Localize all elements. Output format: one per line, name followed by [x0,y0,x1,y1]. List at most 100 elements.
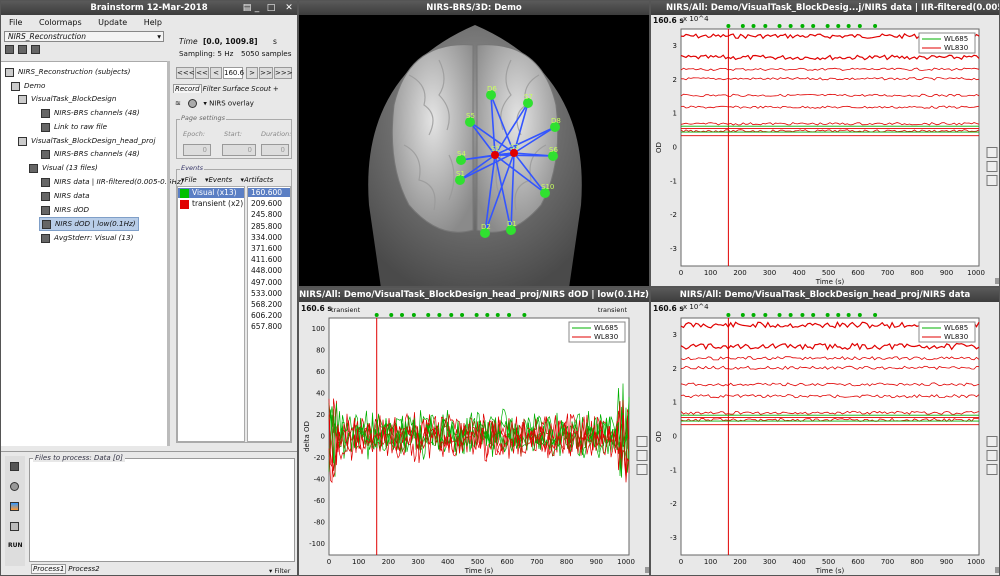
tree-item[interactable]: NIRS-BRS channels (48) [41,149,140,159]
3d-head-view[interactable]: D6 S7 S5 D8 S4 S6 S2 S3 S1 S10 D2 D1 [299,15,650,287]
tree-item[interactable]: NIRS data [41,191,90,201]
event-marker[interactable] [426,313,431,317]
events-menu-artifacts[interactable]: ▾Artifacts [240,176,273,184]
event-marker[interactable] [763,313,768,317]
tree-item[interactable]: AvgStderr: Visual (13) [41,233,133,243]
protocol-select[interactable]: NIRS_Reconstruction ▾ [4,31,164,42]
br-titlebar[interactable]: NIRS/All: Demo/VisualTask_BlockDesign_he… [651,288,999,302]
tree-item[interactable]: NIRS-BRS channels (48) [41,108,140,118]
event-time-item[interactable]: 160.600 [248,188,290,197]
event-marker[interactable] [788,313,793,317]
close-icon[interactable]: ✕ [283,2,295,14]
event-marker[interactable] [460,313,465,317]
as-button[interactable] [986,450,998,461]
event-time-item[interactable]: 334.000 [248,233,290,242]
tree-item[interactable]: NIRS dOD [41,205,89,215]
event-time-item[interactable]: 285.800 [248,222,290,231]
window-menu-icon[interactable]: ▤ [241,2,253,14]
event-marker[interactable] [825,24,830,28]
event-marker[interactable] [825,313,830,317]
tree-condition-1[interactable]: VisualTask_BlockDesign [18,94,116,104]
menu-colormaps[interactable]: Colormaps [39,18,82,27]
tree-item-selected[interactable]: NIRS dOD | low(0.1Hz) [39,217,139,231]
box-icon[interactable] [636,464,648,475]
event-time-item[interactable]: 568.200 [248,300,290,309]
as-button[interactable] [636,450,648,461]
event-marker[interactable] [811,24,816,28]
nav-next-button[interactable]: > [246,67,258,79]
run-button[interactable]: RUN [8,542,23,549]
plot-area[interactable] [680,28,980,267]
event-marker[interactable] [846,313,851,317]
event-marker[interactable] [836,24,841,28]
overlay-dropdown[interactable]: ▾ NIRS overlay [203,100,254,108]
event-marker[interactable] [389,313,394,317]
event-marker[interactable] [873,24,878,28]
fit-icon[interactable] [986,147,998,158]
event-marker[interactable] [411,313,416,317]
event-marker[interactable] [740,24,745,28]
process-sources-icon[interactable] [10,482,19,491]
view-anatomy-icon[interactable] [18,45,27,54]
event-marker[interactable] [763,24,768,28]
event-marker[interactable] [777,313,782,317]
tab-filter[interactable]: Filter [202,85,222,93]
current-time-input[interactable]: 160.6 [223,67,244,79]
event-marker[interactable] [836,313,841,317]
tr-titlebar[interactable]: NIRS/All: Demo/VisualTask_BlockDesig...j… [651,1,999,15]
event-time-item[interactable]: 371.600 [248,244,290,253]
view-studies-icon[interactable] [31,45,40,54]
nav-prev-button[interactable]: < [210,67,222,79]
event-marker[interactable] [857,313,862,317]
event-marker[interactable] [777,24,782,28]
menu-help[interactable]: Help [144,18,162,27]
filter-button[interactable]: ▾ Filter [269,567,290,575]
process-timefreq-icon[interactable] [10,502,19,511]
fit-icon[interactable] [636,436,648,447]
event-marker[interactable] [873,313,878,317]
tree-subject[interactable]: Demo [11,81,45,91]
event-marker[interactable] [857,24,862,28]
plot-area[interactable] [680,317,980,556]
events-menu-file[interactable]: ▾File [181,176,197,184]
event-time-item[interactable]: 245.800 [248,210,290,219]
event-marker[interactable] [485,313,490,317]
event-marker[interactable] [437,313,442,317]
process-data-icon[interactable] [10,462,19,471]
event-marker[interactable] [788,24,793,28]
tree-condition-2[interactable]: VisualTask_BlockDesign_head_proj [18,136,155,146]
event-group-transient[interactable]: transient (x2) [178,199,243,209]
tab-add[interactable]: + [272,85,280,93]
gear-icon[interactable] [188,99,198,108]
bl-plot[interactable]: 100806040200-20-40-60-80-1000 100 200 300 40… [299,302,650,576]
as-button[interactable] [986,161,998,172]
start-spinner[interactable]: 0 [222,144,256,156]
event-marker[interactable] [400,313,405,317]
duration-spinner[interactable]: 0 [261,144,289,156]
resize-handle[interactable] [645,567,649,573]
event-marker[interactable] [751,313,756,317]
event-marker[interactable] [507,313,512,317]
event-time-item[interactable]: 606.200 [248,311,290,320]
event-time-item[interactable]: 448.000 [248,266,290,275]
event-time-item[interactable]: 209.600 [248,199,290,208]
event-marker[interactable] [811,313,816,317]
event-time-item[interactable]: 657.800 [248,322,290,331]
tree-root[interactable]: NIRS_Reconstruction (subjects) [5,67,130,77]
tree-scrollbar[interactable] [167,61,170,446]
event-marker[interactable] [726,313,731,317]
tab-record[interactable]: Record [173,84,202,93]
tree-item[interactable]: Visual (13 files) [29,163,98,173]
resize-handle[interactable] [995,567,999,573]
event-marker[interactable] [800,313,805,317]
event-marker[interactable] [449,313,454,317]
view-functional-icon[interactable] [5,45,14,54]
box-icon[interactable] [986,175,998,186]
waves-icon[interactable]: ≋ [175,100,181,108]
event-marker[interactable] [374,313,379,317]
menu-update[interactable]: Update [98,18,127,27]
event-marker[interactable] [740,313,745,317]
event-time-item[interactable]: 497.000 [248,278,290,287]
tree-item[interactable]: NIRS data | IIR-filtered(0.005-0.5Hz) [41,177,184,187]
nav-last-button[interactable]: >>> [274,67,293,79]
